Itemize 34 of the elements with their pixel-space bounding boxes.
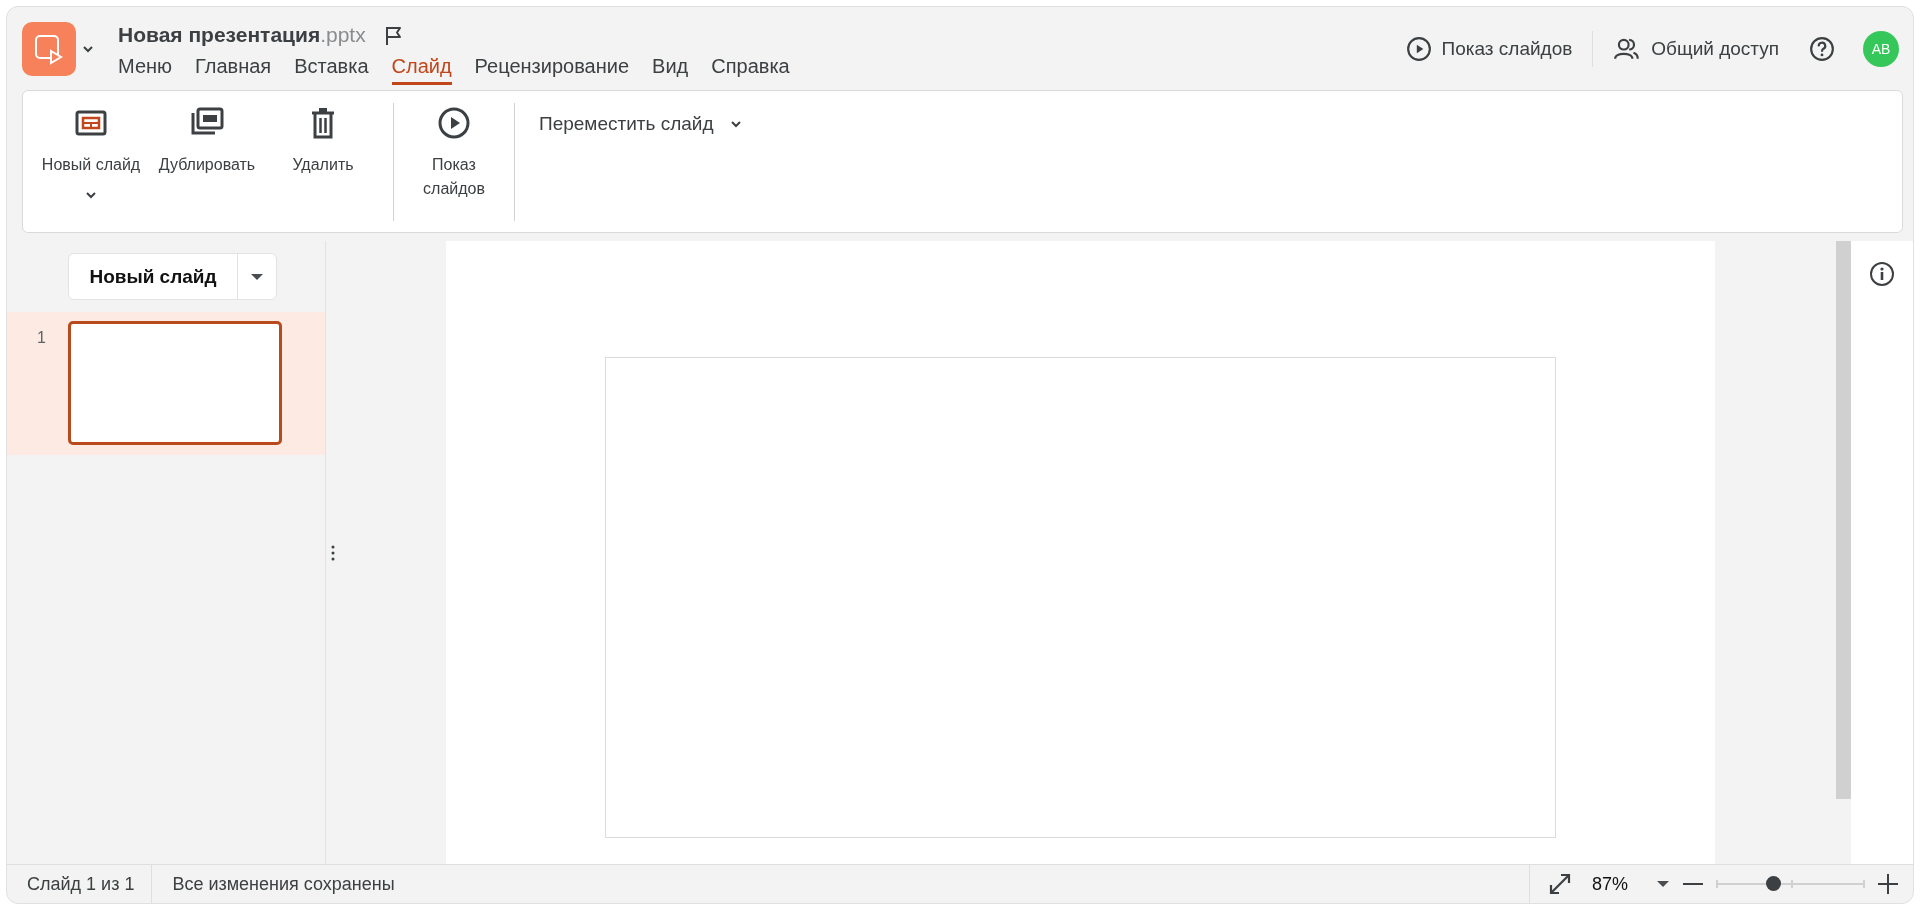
menu-tab[interactable]: Вид [652, 54, 689, 85]
duplicate-button[interactable]: Дублировать [149, 99, 265, 183]
slide-list-item[interactable]: 1 [7, 312, 325, 455]
slide-counter: Слайд 1 из 1 [7, 865, 153, 903]
zoom-in-icon[interactable] [1877, 873, 1899, 895]
slideshow-button[interactable]: Показ слайдов [406, 99, 502, 207]
slide-number: 1 [37, 329, 47, 348]
menu-tab[interactable]: Слайд [391, 54, 452, 85]
scrollbar-thumb[interactable] [1836, 241, 1851, 799]
document-title[interactable]: Новая презентация.pptx [118, 22, 366, 47]
info-icon [1869, 261, 1895, 287]
app-logo-icon[interactable] [22, 21, 76, 76]
menu-tab[interactable]: Справка [711, 54, 790, 85]
slide-thumbnail[interactable] [68, 321, 282, 445]
share-button[interactable]: Общий доступ [1605, 29, 1787, 68]
menu-tab[interactable]: Рецензирование [474, 54, 630, 85]
delete-button[interactable]: Удалить [265, 99, 381, 183]
new-slide-button[interactable]: Новый слайд [69, 254, 238, 299]
new-slide-button[interactable]: Новый слайд [33, 99, 149, 207]
play-icon [436, 105, 472, 141]
drag-handle-icon [331, 544, 335, 561]
zoom-value: 87% [1591, 873, 1628, 895]
menu-tab[interactable]: Меню [118, 54, 173, 85]
menu-tab[interactable]: Вставка [294, 54, 369, 85]
slideshow-button[interactable]: Показ слайдов [1397, 29, 1581, 68]
save-status: Все изменения сохранены [171, 872, 396, 896]
menu-tab[interactable]: Главная [195, 54, 272, 85]
move-slide-dropdown[interactable]: Переместить слайд [527, 99, 764, 149]
new-slide-split-button[interactable]: Новый слайд [68, 253, 277, 300]
fit-icon[interactable] [1547, 872, 1572, 896]
zoom-dropdown-caret-icon[interactable] [1656, 880, 1670, 888]
caret-icon [250, 272, 264, 281]
zoom-slider-thumb[interactable] [1765, 876, 1781, 891]
play-icon [1405, 35, 1432, 62]
